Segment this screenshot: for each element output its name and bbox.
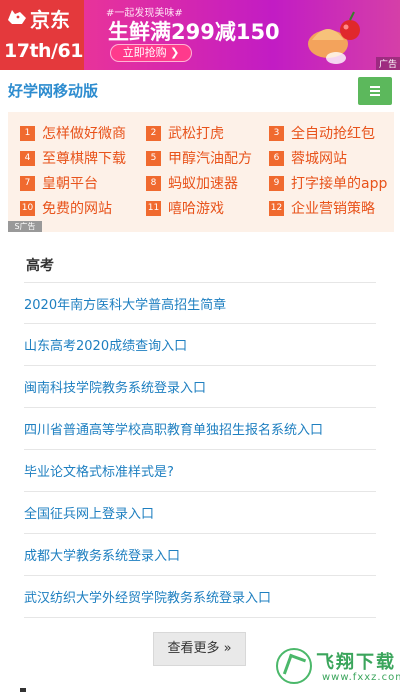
hot-links-panel: 1 怎样做好微商 2 武松打虎 3 全自动抢红包 4 至尊棋牌下载 5 甲醇汽油… [8,112,394,232]
hot-link-number: 10 [20,200,35,216]
news-link[interactable]: 毕业论文格式标准样式是? [24,461,174,480]
hot-link-label[interactable]: 全自动抢红包 [291,123,375,143]
hot-link-label[interactable]: 企业营销策略 [291,198,375,218]
ad-banner[interactable]: 京东 17th/618 #一起发现美味# 生鲜满299减150 立即抢购 ❯ 广… [0,0,400,70]
ad-title: 生鲜满299减150 [108,20,280,44]
jd-promo-text: 17th/618 [4,40,96,62]
hot-link-item[interactable]: 5 甲醇汽油配方 [146,148,252,168]
hot-link-label[interactable]: 嘻哈游戏 [168,198,224,218]
hot-link-label[interactable]: 甲醇汽油配方 [168,148,252,168]
hot-link-number: 8 [146,175,161,191]
hot-link-number: 9 [269,175,284,191]
hot-link-number: 1 [20,125,35,141]
feixiang-logo-icon [276,648,312,684]
news-link[interactable]: 武汉纺织大学外经贸学院教务系统登录入口 [24,587,271,606]
site-header: 好学网移动版 [0,70,400,110]
news-link[interactable]: 山东高考2020成绩查询入口 [24,335,187,354]
jd-dog-icon [8,10,26,24]
hot-link-item[interactable]: 10 免费的网站 [20,198,112,218]
hot-link-number: 11 [146,200,161,216]
list-item[interactable]: 武汉纺织大学外经贸学院教务系统登录入口 [24,576,376,618]
hot-link-label[interactable]: 武松打虎 [168,123,224,143]
list-item[interactable]: 毕业论文格式标准样式是? [24,450,376,492]
hot-link-number: 3 [269,125,284,141]
site-title[interactable]: 好学网移动版 [8,80,98,101]
hot-link-item[interactable]: 11 嘻哈游戏 [146,198,224,218]
ad-main-panel[interactable]: #一起发现美味# 生鲜满299减150 立即抢购 ❯ 广告 [84,0,400,70]
jd-ad-panel[interactable]: 京东 17th/618 [0,0,96,70]
partial-element [20,688,26,692]
hot-link-label[interactable]: 打字接单的app [291,173,387,193]
hot-link-item[interactable]: 2 武松打虎 [146,123,224,143]
hot-link-number: 5 [146,150,161,166]
watermark-name: 飞翔下载 [316,652,396,673]
list-item[interactable]: 山东高考2020成绩查询入口 [24,324,376,366]
hot-link-number: 7 [20,175,35,191]
section-title: 高考 [26,258,54,274]
list-item[interactable]: 全国征兵网上登录入口 [24,492,376,534]
news-link[interactable]: 闽南科技学院教务系统登录入口 [24,377,206,396]
news-link[interactable]: 四川省普通高等学校高职教育单独招生报名系统入口 [24,419,323,438]
hot-link-number: 4 [20,150,35,166]
ad-badge: S广告 [8,221,42,232]
hot-link-item[interactable]: 12 企业营销策略 [269,198,375,218]
hamburger-icon [370,86,380,88]
hot-link-item[interactable]: 3 全自动抢红包 [269,123,375,143]
hot-link-number: 6 [269,150,284,166]
menu-button[interactable] [358,77,392,105]
hot-link-item[interactable]: 9 打字接单的app [269,173,387,193]
hot-link-label[interactable]: 皇朝平台 [42,173,98,193]
hot-link-item[interactable]: 4 至尊棋牌下载 [20,148,126,168]
watermark-url: www.fxxz.com [322,672,400,683]
list-item[interactable]: 成都大学教务系统登录入口 [24,534,376,576]
ad-buy-button[interactable]: 立即抢购 ❯ [110,44,192,62]
hot-link-label[interactable]: 免费的网站 [42,198,112,218]
news-link[interactable]: 2020年南方医科大学普高招生简章 [24,294,226,313]
hot-link-number: 2 [146,125,161,141]
hot-link-item[interactable]: 6 蓉城网站 [269,148,347,168]
hot-link-label[interactable]: 蚂蚁加速器 [168,173,238,193]
watermark: 飞翔下载 www.fxxz.com [274,646,400,688]
view-more-button[interactable]: 查看更多 » [153,632,246,666]
food-image-icon [308,11,360,64]
news-list: 2020年南方医科大学普高招生简章 山东高考2020成绩查询入口 闽南科技学院教… [24,282,376,618]
list-item[interactable]: 2020年南方医科大学普高招生简章 [24,282,376,324]
list-item[interactable]: 闽南科技学院教务系统登录入口 [24,366,376,408]
hot-link-item[interactable]: 7 皇朝平台 [20,173,98,193]
jd-brand-name: 京东 [30,8,70,32]
hot-link-label[interactable]: 怎样做好微商 [42,123,126,143]
news-link[interactable]: 成都大学教务系统登录入口 [24,545,180,564]
news-link[interactable]: 全国征兵网上登录入口 [24,503,154,522]
hot-link-item[interactable]: 1 怎样做好微商 [20,123,126,143]
list-item[interactable]: 四川省普通高等学校高职教育单独招生报名系统入口 [24,408,376,450]
ad-tag: 广告 [375,57,400,70]
hot-link-item[interactable]: 8 蚂蚁加速器 [146,173,238,193]
hot-link-number: 12 [269,200,284,216]
hot-link-label[interactable]: 蓉城网站 [291,148,347,168]
hot-link-label[interactable]: 至尊棋牌下载 [42,148,126,168]
